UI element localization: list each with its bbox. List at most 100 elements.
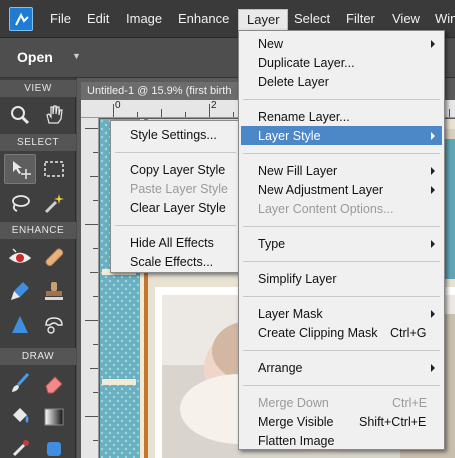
menu-item-merge-visible[interactable]: Merge Visible — [258, 415, 334, 429]
app-logo-icon[interactable] — [9, 7, 33, 31]
ruler-vertical — [81, 118, 99, 458]
ruler-tick — [93, 152, 98, 153]
ruler-tick — [85, 416, 98, 417]
ruler-tick — [93, 440, 98, 441]
shortcut-merge-down: Ctrl+E — [392, 396, 428, 410]
menu-edit[interactable]: Edit — [87, 11, 109, 26]
menu-item-flatten-image[interactable]: Flatten Image — [258, 434, 334, 448]
menu-item-layer-content-options: Layer Content Options... — [258, 202, 394, 216]
ruler-tick — [233, 112, 234, 117]
menu-separator — [243, 261, 440, 262]
menu-separator — [243, 226, 440, 227]
menu-separator — [243, 350, 440, 351]
ruler-tick — [449, 109, 450, 117]
toolbox-section-enhance: ENHANCE — [0, 222, 76, 239]
color-picker-icon[interactable] — [4, 434, 36, 458]
menu-item-rename-layer[interactable]: Rename Layer... — [258, 110, 350, 124]
ruler-tick — [93, 344, 98, 345]
menu-image[interactable]: Image — [126, 11, 162, 26]
ruler-tick — [85, 224, 98, 225]
ruler-tick — [113, 104, 114, 117]
menu-item-arrange[interactable]: Arrange — [258, 361, 302, 375]
custom-shape-icon[interactable] — [38, 434, 70, 458]
magic-wand-tool-icon[interactable] — [38, 188, 70, 218]
sponge-tool-icon[interactable] — [38, 310, 70, 340]
lasso-tool-icon[interactable] — [4, 188, 36, 218]
layer-menu-dropdown: New Duplicate Layer... Delete Layer Rena… — [238, 30, 445, 450]
menu-layer[interactable]: Layer — [238, 9, 288, 31]
blur-tool-icon[interactable] — [4, 310, 36, 340]
red-eye-tool-icon[interactable] — [4, 242, 36, 272]
menu-window[interactable]: Win — [435, 11, 455, 26]
menu-enhance[interactable]: Enhance — [178, 11, 229, 26]
open-button[interactable]: Open — [17, 49, 53, 65]
spot-healing-brush-icon[interactable] — [38, 242, 70, 272]
menu-layer-label: Layer — [247, 12, 280, 27]
menu-item-new[interactable]: New — [258, 37, 283, 51]
ruler-tick — [209, 104, 210, 117]
menu-item-create-clipping-mask[interactable]: Create Clipping Mask — [258, 326, 378, 340]
menu-filter[interactable]: Filter — [346, 11, 375, 26]
menu-item-delete-layer[interactable]: Delete Layer — [258, 75, 329, 89]
hand-tool-icon[interactable] — [38, 100, 70, 130]
ruler-tick — [93, 200, 98, 201]
menu-separator — [243, 153, 440, 154]
menu-file[interactable]: File — [50, 11, 71, 26]
menu-item-copy-layer-style[interactable]: Copy Layer Style — [130, 163, 225, 177]
submenu-arrow-icon — [431, 310, 435, 318]
menu-item-duplicate-layer[interactable]: Duplicate Layer... — [258, 56, 355, 70]
ruler-tick — [85, 128, 98, 129]
menu-item-layer-mask[interactable]: Layer Mask — [258, 307, 323, 321]
gradient-tool-icon[interactable] — [38, 402, 70, 432]
menu-select[interactable]: Select — [294, 11, 330, 26]
submenu-arrow-icon — [431, 240, 435, 248]
eraser-tool-icon[interactable] — [38, 368, 70, 398]
menu-view[interactable]: View — [392, 11, 420, 26]
menu-item-scale-effects[interactable]: Scale Effects... — [130, 255, 213, 269]
open-dropdown-arrow-icon[interactable]: ▼ — [72, 51, 81, 61]
ruler-tick — [185, 112, 186, 117]
shortcut-merge-visible: Shift+Ctrl+E — [359, 415, 427, 429]
menu-item-hide-all-effects[interactable]: Hide All Effects — [130, 236, 214, 250]
submenu-arrow-icon — [431, 40, 435, 48]
menu-item-merge-down: Merge Down — [258, 396, 329, 410]
clone-stamp-icon[interactable] — [38, 276, 70, 306]
ruler-label: 2 — [211, 100, 217, 111]
ruler-tick — [93, 248, 98, 249]
toolbox-section-view: VIEW — [0, 80, 76, 97]
menu-item-new-fill-layer[interactable]: New Fill Layer — [258, 164, 337, 178]
toolbox: VIEW SELECT ENHANCE DRAW — [0, 78, 76, 458]
menu-separator — [243, 385, 440, 386]
shortcut-create-clipping-mask: Ctrl+G — [390, 326, 427, 340]
layer-style-submenu: Style Settings... Copy Layer Style Paste… — [110, 120, 241, 273]
zoom-tool-icon[interactable] — [4, 100, 36, 130]
smart-brush-icon[interactable] — [4, 276, 36, 306]
brush-tool-icon[interactable] — [4, 368, 36, 398]
ruler-tick — [90, 272, 98, 273]
menu-separator — [243, 296, 440, 297]
ruler-tick — [85, 320, 98, 321]
move-tool-icon[interactable] — [4, 154, 36, 184]
menu-separator — [243, 99, 440, 100]
menu-item-layer-style[interactable]: Layer Style — [258, 129, 321, 143]
menu-item-type[interactable]: Type — [258, 237, 285, 251]
ruler-tick — [93, 392, 98, 393]
menu-item-simplify-layer[interactable]: Simplify Layer — [258, 272, 337, 286]
menu-separator — [115, 152, 236, 153]
menu-item-clear-layer-style[interactable]: Clear Layer Style — [130, 201, 226, 215]
ruler-tick — [161, 109, 162, 117]
menu-separator — [115, 225, 236, 226]
toolbox-section-draw: DRAW — [0, 348, 76, 365]
submenu-arrow-icon — [431, 167, 435, 175]
ruler-tick — [93, 296, 98, 297]
menu-item-new-adjustment-layer[interactable]: New Adjustment Layer — [258, 183, 383, 197]
toolbox-section-select: SELECT — [0, 134, 76, 151]
ruler-label: 0 — [115, 100, 121, 111]
submenu-arrow-icon — [431, 186, 435, 194]
menu-item-style-settings[interactable]: Style Settings... — [130, 128, 217, 142]
rectangular-marquee-tool-icon[interactable] — [38, 154, 70, 184]
menu-item-paste-layer-style: Paste Layer Style — [130, 182, 228, 196]
ruler-tick — [90, 176, 98, 177]
submenu-arrow-icon — [431, 132, 435, 140]
paint-bucket-icon[interactable] — [4, 402, 36, 432]
